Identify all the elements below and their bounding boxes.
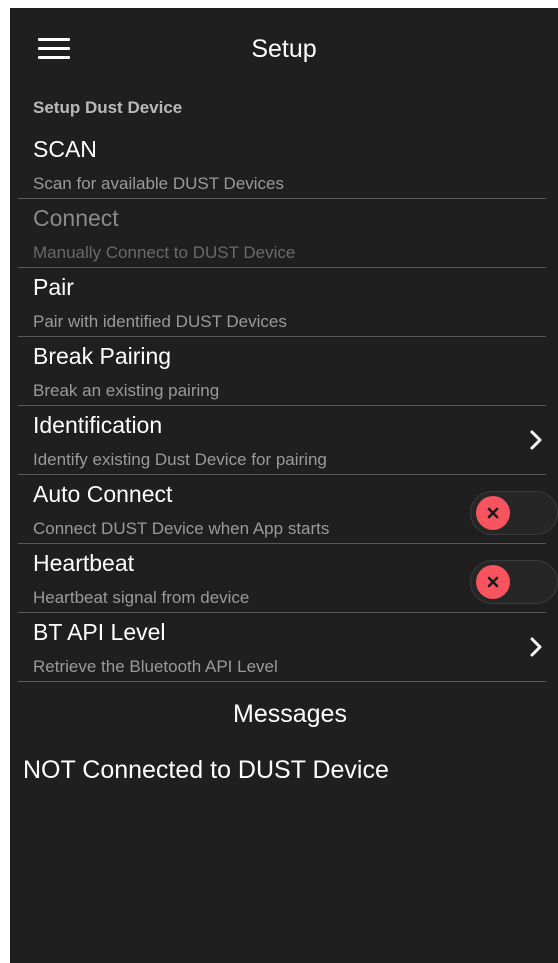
pref-scan[interactable]: SCAN Scan for available DUST Devices bbox=[18, 130, 546, 199]
chevron-right-icon bbox=[530, 637, 542, 657]
heartbeat-switch[interactable] bbox=[470, 560, 558, 604]
app-screen: Setup Setup Dust Device SCAN Scan for av… bbox=[10, 8, 558, 963]
pref-summary: Retrieve the Bluetooth API Level bbox=[33, 657, 278, 676]
pref-title: BT API Level bbox=[33, 619, 166, 645]
switch-thumb bbox=[476, 496, 510, 530]
pref-title: Break Pairing bbox=[33, 343, 172, 369]
pref-auto-connect[interactable]: Auto Connect Connect DUST Device when Ap… bbox=[18, 475, 558, 544]
auto-connect-switch[interactable] bbox=[470, 491, 558, 535]
pref-title: Auto Connect bbox=[33, 481, 173, 507]
page-title: Setup bbox=[251, 35, 317, 63]
close-icon bbox=[487, 576, 499, 588]
chevron-right-icon bbox=[530, 430, 542, 450]
top-app-bar: Setup bbox=[10, 8, 558, 85]
pref-summary: Identify existing Dust Device for pairin… bbox=[33, 450, 327, 469]
pref-summary: Manually Connect to DUST Device bbox=[33, 243, 296, 262]
pref-heartbeat[interactable]: Heartbeat Heartbeat signal from device bbox=[18, 544, 558, 613]
pref-title: Connect bbox=[33, 205, 119, 231]
pref-summary: Scan for available DUST Devices bbox=[33, 174, 285, 193]
pref-title: SCAN bbox=[33, 136, 97, 162]
pref-summary: Pair with identified DUST Devices bbox=[33, 312, 287, 331]
pref-pair[interactable]: Pair Pair with identified DUST Devices bbox=[18, 268, 546, 337]
pref-title: Heartbeat bbox=[33, 550, 135, 576]
pref-title: Pair bbox=[33, 274, 74, 300]
connection-status-text: NOT Connected to DUST Device bbox=[23, 756, 389, 784]
preference-list: SCAN Scan for available DUST Devices Con… bbox=[10, 130, 558, 682]
pref-connect: Connect Manually Connect to DUST Device bbox=[18, 199, 546, 268]
pref-identification[interactable]: Identification Identify existing Dust De… bbox=[18, 406, 546, 475]
messages-title: Messages bbox=[233, 700, 347, 728]
section-header: Setup Dust Device bbox=[33, 98, 183, 117]
pref-summary: Heartbeat signal from device bbox=[33, 588, 250, 607]
pref-summary: Break an existing pairing bbox=[33, 381, 220, 400]
switch-thumb bbox=[476, 565, 510, 599]
close-icon bbox=[487, 507, 499, 519]
pref-summary: Connect DUST Device when App starts bbox=[33, 519, 330, 538]
pref-break-pairing[interactable]: Break Pairing Break an existing pairing bbox=[18, 337, 546, 406]
pref-bt-api-level[interactable]: BT API Level Retrieve the Bluetooth API … bbox=[18, 613, 546, 682]
pref-title: Identification bbox=[33, 412, 163, 438]
